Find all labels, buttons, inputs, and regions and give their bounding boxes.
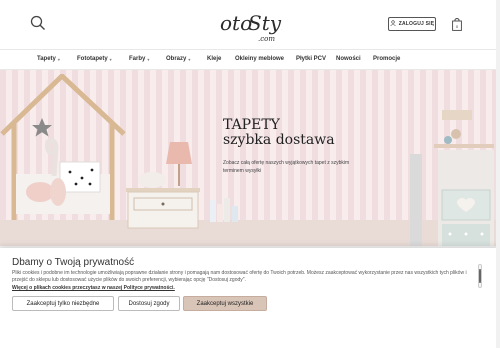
login-button[interactable]: ZALOGUJ SIĘ: [388, 17, 436, 31]
nav-label: Farby: [129, 56, 146, 62]
hero-title-line2: szybka dostawa: [223, 132, 335, 148]
customize-consents-button[interactable]: Dostosuj zgody: [118, 296, 180, 311]
nav-item-promocje[interactable]: Promocje: [373, 56, 400, 62]
nav-label: Tapety: [37, 56, 56, 62]
nav-item-okleiny-meblowe[interactable]: Okleiny meblowe: [235, 56, 284, 62]
nav-label: Kleje: [207, 56, 222, 62]
nav-item-fototapety[interactable]: Fototapety ▾: [77, 56, 112, 62]
nav-label: Fototapety: [77, 56, 108, 62]
nav-label: Nowości: [336, 56, 361, 62]
cookie-title: Dbamy o Twoją prywatność: [12, 257, 135, 268]
nightstand-illustration: [126, 142, 200, 229]
chevron-down-icon: ▾: [57, 56, 60, 62]
nav-item-plytki-pcv[interactable]: Płytki PCV: [296, 56, 326, 62]
cookie-text-scrollbar[interactable]: [478, 264, 482, 288]
privacy-policy-link[interactable]: Więcej o plikach cookies przeczytasz w n…: [12, 285, 175, 291]
search-icon[interactable]: [30, 15, 46, 31]
accept-necessary-button[interactable]: Zaakceptuj tylko niezbędne: [12, 296, 114, 311]
svg-text:.com: .com: [258, 35, 275, 43]
chevron-down-icon: ▾: [188, 56, 191, 62]
nav-item-farby[interactable]: Farby ▾: [129, 56, 149, 62]
books-illustration: [210, 198, 238, 222]
svg-text:Styl: Styl: [248, 11, 282, 35]
nav-item-tapety[interactable]: Tapety ▾: [37, 56, 60, 62]
login-label: ZALOGUJ SIĘ: [398, 21, 435, 27]
cookie-text: Pliki cookies i podobne im technologie u…: [12, 270, 467, 283]
page-scrollbar[interactable]: [496, 0, 500, 348]
site-logo[interactable]: oto Styl .com: [218, 6, 287, 46]
user-icon: [390, 20, 396, 28]
hero-title-line1: TAPETY: [223, 117, 280, 133]
house-bed-illustration: [0, 74, 126, 220]
nav-item-nowosci[interactable]: Nowości: [336, 56, 361, 62]
nav-item-obrazy[interactable]: Obrazy ▾: [166, 56, 190, 62]
hero-description: Zobacz całą ofertę naszych wyjątkowych t…: [223, 160, 350, 174]
cookie-consent-banner: Dbamy o Twoją prywatność Pliki cookies i…: [0, 248, 500, 348]
chevron-down-icon: ▾: [109, 56, 112, 62]
nav-item-kleje[interactable]: Kleje: [207, 56, 221, 62]
shopping-bag-icon[interactable]: 0: [452, 17, 462, 31]
cabinet-illustration: [410, 110, 494, 246]
site-header: oto Styl .com ZALOGUJ SIĘ 0: [0, 0, 500, 50]
chevron-down-icon: ▾: [147, 56, 150, 62]
accept-all-button[interactable]: Zaakceptuj wszystkie: [183, 296, 267, 311]
nav-label: Promocje: [373, 56, 401, 62]
nav-label: Obrazy: [166, 56, 187, 62]
hero-title: TAPETY szybka dostawa: [223, 118, 335, 148]
scrollbar-thumb[interactable]: [479, 269, 481, 283]
nav-label: Płytki PCV: [296, 56, 327, 62]
main-navigation: Tapety ▾ Fototapety ▾ Farby ▾ Obrazy ▾ Kleje…: [0, 50, 500, 70]
nav-label: Okleiny meblowe: [235, 56, 285, 62]
svg-text:0: 0: [456, 24, 459, 29]
hero-banner[interactable]: TAPETY szybka dostawa Zobacz całą ofertę…: [0, 70, 500, 246]
